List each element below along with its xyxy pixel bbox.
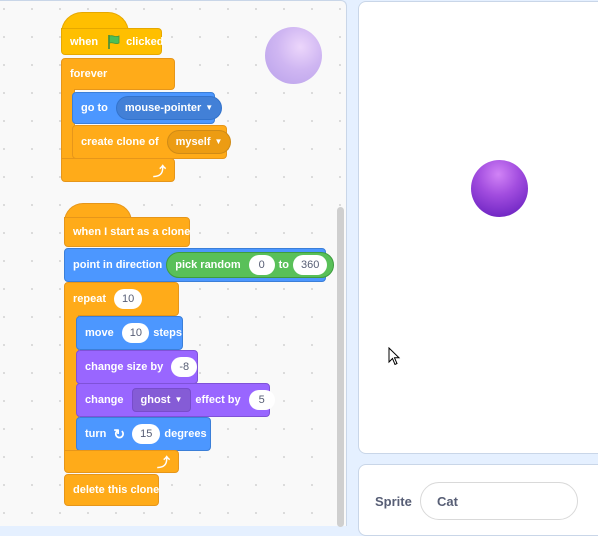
dropdown-value: mouse-pointer <box>124 102 202 114</box>
random-to-input[interactable]: 360 <box>293 255 328 275</box>
repeat-block[interactable]: repeat 10 <box>64 282 179 316</box>
effect-dropdown[interactable]: ghost ▼ <box>131 388 192 412</box>
sprite-label: Sprite <box>375 494 412 509</box>
sprite-info-panel: Sprite <box>358 464 598 536</box>
block-text: pick random <box>175 259 241 271</box>
sprite-thumbnail <box>265 27 322 84</box>
change-effect-block[interactable]: change ghost ▼ effect by 5 <box>76 383 275 417</box>
caret-down-icon: ▼ <box>205 103 214 112</box>
loop-arrow-icon: ⤴ <box>156 455 170 470</box>
sprite-ball[interactable] <box>471 160 528 217</box>
sprite-name-input[interactable] <box>420 482 578 520</box>
block-text: clicked <box>126 35 164 48</box>
block-text: to <box>278 259 290 271</box>
rotate-clockwise-icon: ↻ <box>113 425 126 442</box>
caret-down-icon: ▼ <box>174 395 183 404</box>
create-clone-block[interactable]: create clone of myself ▼ <box>72 125 232 159</box>
code-area[interactable]: when clicked forever go to mouse-pointer… <box>0 0 347 527</box>
block-text: turn <box>85 428 107 440</box>
dropdown-value: ghost <box>140 394 171 406</box>
block-text: repeat <box>73 293 107 305</box>
block-text: change size by <box>85 361 164 373</box>
green-flag-icon <box>106 34 122 50</box>
repeat-bottom: ⤴ <box>64 450 179 473</box>
caret-down-icon: ▼ <box>214 137 223 146</box>
loop-arrow-icon: ⤴ <box>152 163 166 179</box>
block-text: delete this clone <box>73 484 160 496</box>
block-text: create clone of <box>81 136 159 148</box>
block-text: steps <box>153 327 182 339</box>
go-to-target-dropdown[interactable]: mouse-pointer ▼ <box>115 96 223 120</box>
block-text: go to <box>81 102 108 114</box>
random-from-input[interactable]: 0 <box>248 255 275 275</box>
block-text: move <box>85 327 114 339</box>
stage[interactable] <box>358 1 598 454</box>
pick-random-reporter[interactable]: pick random 0 to 360 <box>166 252 335 278</box>
dropdown-value: myself <box>175 136 211 148</box>
point-in-direction-block[interactable]: point in direction pick random 0 to 360 <box>64 248 335 282</box>
block-text: point in direction <box>73 259 163 271</box>
when-i-start-as-clone-block[interactable]: when I start as a clone <box>64 217 190 247</box>
block-text: degrees <box>164 428 207 440</box>
go-to-block[interactable]: go to mouse-pointer ▼ <box>72 92 223 124</box>
forever-bottom: ⤴ <box>61 158 175 182</box>
vertical-scrollbar[interactable] <box>337 207 344 527</box>
when-flag-clicked-block[interactable]: when clicked <box>61 28 164 55</box>
forever-block[interactable]: forever <box>61 58 175 90</box>
block-text: effect by <box>195 394 241 406</box>
effect-value-input[interactable]: 5 <box>248 390 275 410</box>
move-steps-input[interactable]: 10 <box>121 323 150 343</box>
block-text: when <box>70 35 99 48</box>
block-text: forever <box>70 68 108 80</box>
turn-block[interactable]: turn ↻ 15 degrees <box>76 417 211 451</box>
mouse-cursor-icon <box>388 347 401 366</box>
change-size-input[interactable]: -8 <box>171 357 198 377</box>
turn-degrees-input[interactable]: 15 <box>132 424 161 444</box>
move-block[interactable]: move 10 steps <box>76 316 183 350</box>
clone-target-dropdown[interactable]: myself ▼ <box>166 130 232 154</box>
repeat-count-input[interactable]: 10 <box>114 289 143 309</box>
block-text: change <box>85 394 124 406</box>
block-text: when I start as a clone <box>73 226 191 238</box>
delete-this-clone-block[interactable]: delete this clone <box>64 474 159 506</box>
change-size-block[interactable]: change size by -8 <box>76 350 198 384</box>
